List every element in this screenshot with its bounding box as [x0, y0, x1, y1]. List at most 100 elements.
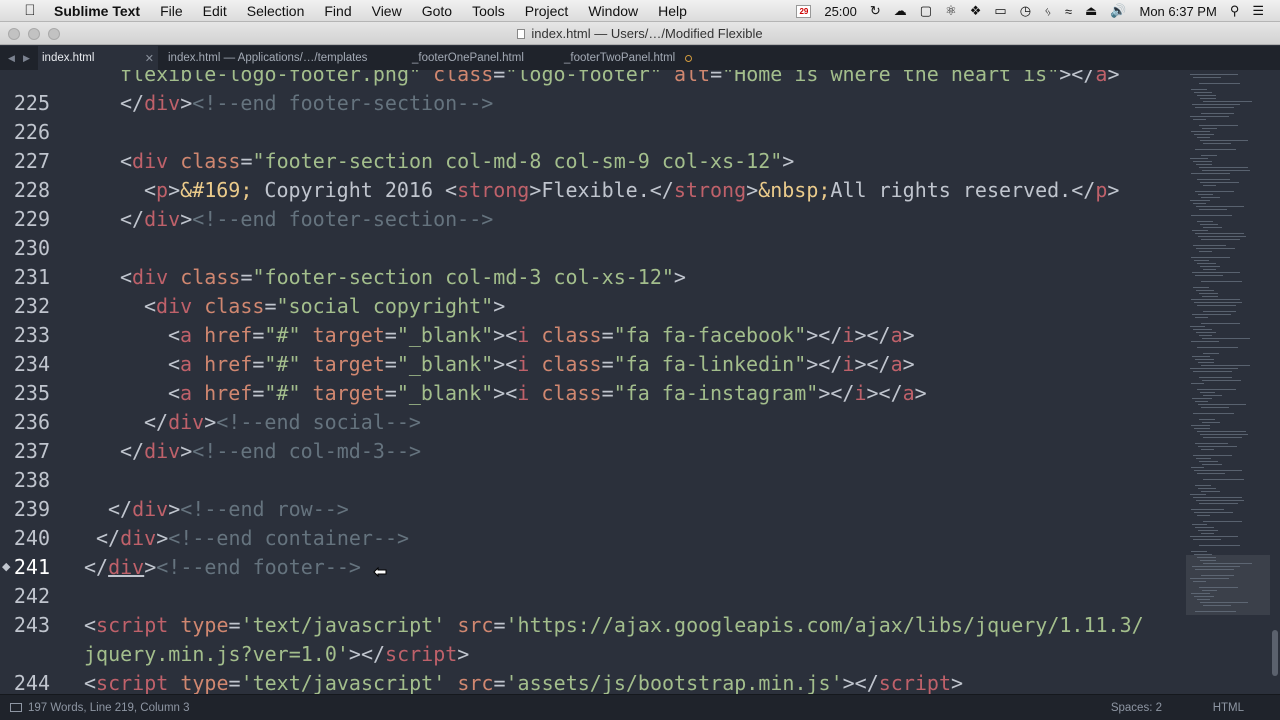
code-lines[interactable]: flexible-logo-footer.png" class="logo-fo… [72, 70, 1184, 694]
menu-find[interactable]: Find [324, 3, 351, 19]
minimap-line [1193, 245, 1226, 246]
code-line[interactable]: </div><!--end container--> [72, 524, 409, 553]
code-token: "fa fa-instagram" [613, 381, 819, 405]
minimap-line [1195, 359, 1215, 360]
wifi-icon[interactable]: ≈ [1065, 4, 1072, 19]
syntax-selector[interactable]: HTML [1213, 702, 1244, 714]
code-line[interactable]: </div><!--end row--> [72, 495, 349, 524]
code-line[interactable]: jquery.min.js?ver=1.0'></script> [72, 640, 469, 669]
code-token: &nbsp; [758, 178, 831, 202]
bluetooth-icon[interactable]: ᛃ [1044, 4, 1052, 19]
minimap-viewport[interactable] [1186, 555, 1270, 615]
clock[interactable]: Mon 6:37 PM [1139, 4, 1216, 19]
code-line[interactable]: <div class="footer-section col-md-3 col-… [72, 263, 686, 292]
close-window-button[interactable] [8, 28, 20, 40]
notification-center-icon[interactable]: ☰ [1252, 3, 1264, 19]
minimap-line [1199, 545, 1240, 546]
code-line[interactable]: <script type='text/javascript' src='http… [72, 611, 1144, 640]
code-token: > [782, 149, 795, 173]
code-token: = [384, 381, 397, 405]
minimap-line [1196, 290, 1215, 291]
spotlight-search-icon[interactable]: ⚲ [1230, 3, 1240, 19]
code-line[interactable]: <p>&#169; Copyright 2016 <strong>Flexibl… [72, 176, 1119, 205]
minimap-line [1200, 182, 1239, 183]
menubar-status-area: 29 25:00 ↻ ☁ ▢ ⚛ ❖ ▭ ◷ ᛃ ≈ ⏏ 🔊 Mon 6:37 … [783, 0, 1280, 22]
minimap-line [1195, 569, 1235, 570]
minimap-line [1202, 296, 1218, 297]
pomodoro-timer[interactable]: 25:00 [824, 4, 857, 19]
minimap-line [1197, 137, 1210, 138]
code-line[interactable]: <div class="social copyright"> [72, 292, 505, 321]
tab-footer-two-panel[interactable]: _footerTwoPanel.html [558, 46, 738, 70]
minimap-line [1197, 389, 1236, 390]
code-token: <!--end footer-section--> [192, 91, 494, 115]
line-number: 236 [13, 410, 50, 434]
menu-goto[interactable]: Goto [422, 3, 452, 19]
close-tab-icon[interactable]: ✕ [145, 52, 154, 65]
minimap-line [1202, 590, 1218, 591]
minimap[interactable] [1186, 70, 1270, 615]
dropbox-icon[interactable]: ❖ [970, 3, 982, 19]
refresh-icon[interactable]: ↻ [870, 3, 881, 19]
code-token: < [168, 381, 181, 405]
eject-icon[interactable]: ⏏ [1085, 3, 1097, 19]
minimize-window-button[interactable] [28, 28, 40, 40]
minimap-line [1190, 536, 1238, 537]
screen-icon[interactable]: ▢ [920, 3, 932, 19]
tab-forward-arrow-icon[interactable]: ▶ [23, 53, 30, 64]
code-token: <!--end col-md-3--> [192, 439, 422, 463]
minimap-line [1192, 398, 1212, 399]
menu-file[interactable]: File [160, 3, 183, 19]
code-token: div [168, 410, 205, 434]
airplay-icon[interactable]: ▭ [994, 3, 1006, 19]
tab-index-html-templates[interactable]: index.html — Applications/…/templates [158, 46, 408, 70]
menu-tools[interactable]: Tools [472, 3, 505, 19]
app-menu[interactable]: Sublime Text [54, 3, 140, 19]
scrollbar-thumb[interactable] [1272, 630, 1278, 676]
tab-footer-one-panel[interactable]: _footerOnePanel.html [408, 46, 558, 70]
menu-window[interactable]: Window [588, 3, 638, 19]
minimap-line [1190, 326, 1206, 327]
code-token: class [541, 352, 602, 376]
code-line[interactable]: </div><!--end social--> [72, 408, 421, 437]
tab-back-arrow-icon[interactable]: ◀ [8, 53, 15, 64]
activity-icon[interactable]: ⚛ [945, 3, 957, 19]
minimap-line [1194, 260, 1210, 261]
code-line[interactable]: <script type='text/javascript' src='asse… [72, 669, 963, 694]
code-token: div [144, 207, 181, 231]
code-line[interactable]: flexible-logo-footer.png" class="logo-fo… [72, 70, 1119, 89]
menu-edit[interactable]: Edit [203, 3, 227, 19]
code-editor[interactable]: 225 226 227 228 229 230 231 232 233 234 235 236 237 2… [0, 70, 1280, 694]
toggle-panel-icon[interactable] [10, 703, 22, 712]
code-line[interactable]: <div class="footer-section col-md-8 col-… [72, 147, 794, 176]
bookmark-icon[interactable]: ◆ [2, 553, 12, 582]
code-line[interactable]: <a href="#" target="_blank"><i class="fa… [72, 350, 915, 379]
code-token: = [384, 352, 397, 376]
minimap-line [1198, 194, 1214, 195]
menu-project[interactable]: Project [525, 3, 569, 19]
code-line[interactable]: </div><!--end footer-section--> [72, 89, 493, 118]
code-line[interactable]: <a href="#" target="_blank"><i class="fa… [72, 321, 915, 350]
menu-help[interactable]: Help [658, 3, 687, 19]
code-line[interactable]: <a href="#" target="_blank"><i class="fa… [72, 379, 927, 408]
tab-index-html[interactable]: index.html ✕ [38, 46, 158, 70]
minimap-line [1198, 488, 1217, 489]
volume-icon[interactable]: 🔊 [1110, 3, 1126, 19]
code-line[interactable]: </div><!--end footer-section--> [72, 205, 493, 234]
apple-menu-icon[interactable]:  [20, 2, 40, 19]
time-machine-icon[interactable]: ◷ [1020, 3, 1031, 19]
cloud-icon[interactable]: ☁ [894, 3, 907, 19]
zoom-window-button[interactable] [48, 28, 60, 40]
minimap-line [1199, 83, 1240, 84]
indentation-setting[interactable]: Spaces: 2 [1111, 702, 1162, 714]
minimap-line [1193, 413, 1234, 414]
code-token: "Home is where the heart is" [722, 70, 1060, 86]
calendar-icon[interactable]: 29 [796, 4, 812, 18]
menu-selection[interactable]: Selection [247, 3, 305, 19]
menu-view[interactable]: View [372, 3, 402, 19]
code-token: > [457, 642, 470, 666]
code-line[interactable]: </div><!--end footer--> [72, 553, 361, 582]
code-line[interactable]: </div><!--end col-md-3--> [72, 437, 421, 466]
vertical-scrollbar[interactable] [1270, 70, 1280, 694]
